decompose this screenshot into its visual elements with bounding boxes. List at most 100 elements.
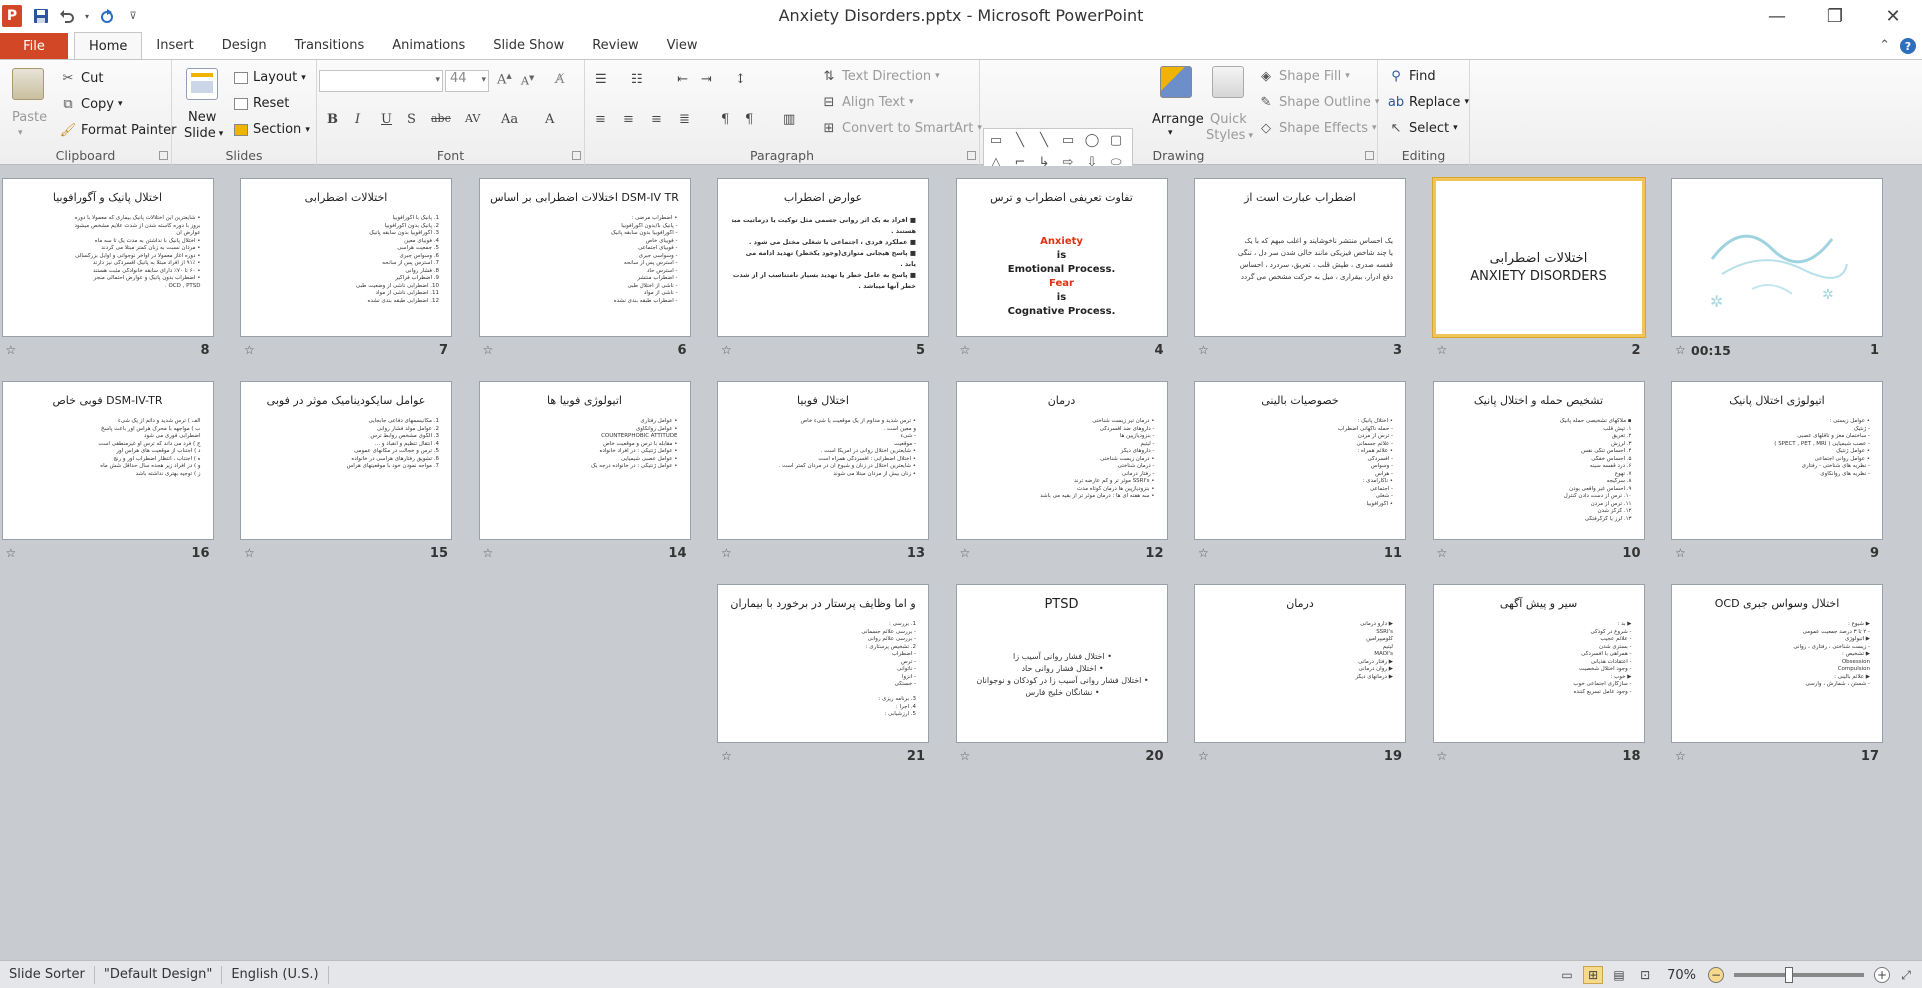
columns-icon[interactable]: ▥ xyxy=(783,112,795,127)
reading-view-icon[interactable]: ▤ xyxy=(1609,966,1629,984)
transition-star-icon[interactable]: ☆ xyxy=(721,546,732,560)
rounded-rect-shape-icon[interactable]: ▢ xyxy=(1108,132,1124,148)
clipboard-launcher-icon[interactable] xyxy=(159,151,168,160)
rtl-icon[interactable]: ¶ xyxy=(745,112,753,127)
slide-thumbnail[interactable]: سیر و پیش آگهی ▶ بد : - شروع در کودکی - ع… xyxy=(1432,584,1645,743)
slide-thumbnail[interactable]: اتیولوژی فوبیا ها • عوامل رفتاری • عوامل ر… xyxy=(478,381,691,540)
textbox-shape-icon[interactable]: ▭ xyxy=(988,132,1004,148)
tab-home[interactable]: Home xyxy=(74,32,143,59)
paragraph-launcher-icon[interactable] xyxy=(967,151,976,160)
tab-transitions[interactable]: Transitions xyxy=(281,32,379,59)
new-slide-label-1[interactable]: New xyxy=(188,110,216,125)
numbering-icon[interactable]: ☷ xyxy=(631,72,643,87)
align-text-button[interactable]: ⊟ Align Text ▾ xyxy=(821,94,914,110)
underline-icon[interactable]: U xyxy=(381,112,392,127)
shadow-icon[interactable]: S xyxy=(407,112,416,127)
copy-button[interactable]: ⧉ Copy ▾ xyxy=(60,96,122,112)
transition-star-icon[interactable]: ☆ xyxy=(6,343,17,357)
slide-sorter-pane[interactable]: ✲ ✲ ☆ 00:15 1 اختلالات اضطرابی ANXIETY DISORDE… xyxy=(0,166,1922,956)
transition-star-icon[interactable]: ☆ xyxy=(483,546,494,560)
redo-icon[interactable] xyxy=(96,5,118,27)
slide-thumbnail[interactable]: اختلال پانیک و آگورافوبیا • شایعترین این … xyxy=(1,178,214,337)
transition-star-icon[interactable]: ☆ xyxy=(960,546,971,560)
restore-icon[interactable]: ❐ xyxy=(1806,0,1864,32)
font-size-combo[interactable]: 44 ▾ xyxy=(445,70,489,92)
close-icon[interactable]: ✕ xyxy=(1864,0,1922,32)
transition-star-icon[interactable]: ☆ xyxy=(244,343,255,357)
increase-indent-icon[interactable]: ⇥ xyxy=(701,72,712,87)
grow-font-icon[interactable]: A▲ xyxy=(497,72,512,87)
slide-thumbnail[interactable]: تشخیص حمله و اختلال پانیک ▪ ملاکهای تشخیص… xyxy=(1432,381,1645,540)
transition-star-icon[interactable]: ☆ xyxy=(1437,749,1448,763)
align-right-icon[interactable]: ≡ xyxy=(651,112,662,127)
transition-star-icon[interactable]: ☆ xyxy=(1675,343,1686,357)
bullets-icon[interactable]: ☰ xyxy=(595,72,607,87)
arrange-icon[interactable] xyxy=(1160,66,1192,98)
transition-star-icon[interactable]: ☆ xyxy=(1198,749,1209,763)
zoom-in-icon[interactable]: + xyxy=(1874,967,1890,983)
zoom-slider-thumb[interactable] xyxy=(1785,967,1794,983)
powerpoint-logo-icon[interactable]: P xyxy=(2,5,22,27)
theme-indicator[interactable]: "Default Design" xyxy=(95,965,223,984)
zoom-level[interactable]: 70% xyxy=(1661,968,1702,983)
tab-animations[interactable]: Animations xyxy=(378,32,479,59)
transition-star-icon[interactable]: ☆ xyxy=(1198,546,1209,560)
font-color-icon[interactable]: A xyxy=(545,112,554,127)
slide-thumbnail[interactable]: DSM-IV-TR فوبی خاص الف ) ترس شدید و دائم … xyxy=(1,381,214,540)
slide-thumbnail[interactable]: PTSD • اختلال فشار روانی آسیب زا • اختلال … xyxy=(955,584,1168,743)
transition-star-icon[interactable]: ☆ xyxy=(1437,343,1448,357)
align-center-icon[interactable]: ≡ xyxy=(623,112,634,127)
paste-icon[interactable] xyxy=(12,68,44,100)
reset-button[interactable]: Reset xyxy=(234,96,289,111)
font-launcher-icon[interactable] xyxy=(572,151,581,160)
slide-thumbnail[interactable]: و اما وظایف پرستار در برخورد با بیماران 1… xyxy=(717,584,929,743)
transition-star-icon[interactable]: ☆ xyxy=(1675,749,1686,763)
slide-thumbnail[interactable]: درمان ▶ دارو درمانی SSRI's کلومیپرامین لی… xyxy=(1194,584,1406,743)
slide-thumbnail[interactable]: اتیولوژی اختلال پانیک • عوامل زیستی : - ژ… xyxy=(1671,381,1883,540)
line-spacing-icon[interactable]: ↕ xyxy=(735,72,746,87)
transition-star-icon[interactable]: ☆ xyxy=(1675,546,1686,560)
justify-icon[interactable]: ≣ xyxy=(679,112,690,127)
paste-button[interactable]: Paste xyxy=(12,110,47,125)
transition-star-icon[interactable]: ☆ xyxy=(6,546,17,560)
format-painter-button[interactable]: 🖌 Format Painter xyxy=(60,122,177,138)
transition-star-icon[interactable]: ☆ xyxy=(1437,546,1448,560)
minimize-icon[interactable]: — xyxy=(1748,0,1806,32)
slide-thumbnail[interactable]: اختلالات اضطرابی ANXIETY DISORDERS xyxy=(1432,178,1645,337)
arrange-button[interactable]: Arrange xyxy=(1152,112,1204,127)
new-slide-icon[interactable] xyxy=(186,68,218,100)
tab-view[interactable]: View xyxy=(653,32,712,59)
zoom-slider[interactable] xyxy=(1734,967,1864,983)
normal-view-icon[interactable]: ▭ xyxy=(1557,966,1577,984)
save-icon[interactable] xyxy=(30,5,52,27)
help-icon[interactable]: ? xyxy=(1900,38,1916,54)
strikethrough-icon[interactable]: abc xyxy=(431,112,451,125)
text-direction-button[interactable]: ⇅ Text Direction ▾ xyxy=(821,68,940,84)
slide-thumbnail[interactable]: عوامل سایکودینامیک موثر در فوبی 1. مکانیس… xyxy=(240,381,452,540)
slide-thumbnail[interactable]: اختلالات اضطرابی 1. پانیک با آگورافوبیا 2.… xyxy=(240,178,452,337)
layout-button[interactable]: Layout ▾ xyxy=(234,70,306,85)
quick-styles-button[interactable]: Styles ▾ xyxy=(1206,128,1253,143)
section-button[interactable]: Section ▾ xyxy=(234,122,310,137)
transition-star-icon[interactable]: ☆ xyxy=(1198,343,1209,357)
paste-dropdown-icon[interactable]: ▾ xyxy=(18,128,23,138)
decrease-indent-icon[interactable]: ⇤ xyxy=(677,72,688,87)
character-spacing-icon[interactable]: AV xyxy=(465,112,480,125)
italic-icon[interactable]: I xyxy=(355,112,360,127)
ltr-icon[interactable]: ¶ xyxy=(721,112,729,127)
transition-star-icon[interactable]: ☆ xyxy=(721,749,732,763)
slide-thumbnail[interactable]: DSM-IV TR اختلالات اضطرابی بر اساس • اضطر… xyxy=(478,178,691,337)
align-left-icon[interactable]: ≡ xyxy=(595,112,606,127)
slide-thumbnail[interactable]: تفاوت تعریفی اضطراب و ترس Anxiety is Emotio… xyxy=(955,178,1168,337)
slide-thumbnail[interactable]: ✲ ✲ xyxy=(1671,178,1883,337)
undo-icon[interactable] xyxy=(56,5,78,27)
font-name-combo[interactable]: ▾ xyxy=(319,70,443,92)
transition-star-icon[interactable]: ☆ xyxy=(960,343,971,357)
tab-file[interactable]: File xyxy=(0,33,68,59)
convert-smartart-button[interactable]: ⊞ Convert to SmartArt ▾ xyxy=(821,120,982,136)
quick-styles-label-1[interactable]: Quick xyxy=(1210,112,1247,127)
line-shape-icon[interactable]: ╲ xyxy=(1012,132,1028,148)
change-case-icon[interactable]: Aa xyxy=(501,112,518,127)
transition-star-icon[interactable]: ☆ xyxy=(483,343,494,357)
undo-dropdown-icon[interactable]: ▾ xyxy=(82,5,92,27)
